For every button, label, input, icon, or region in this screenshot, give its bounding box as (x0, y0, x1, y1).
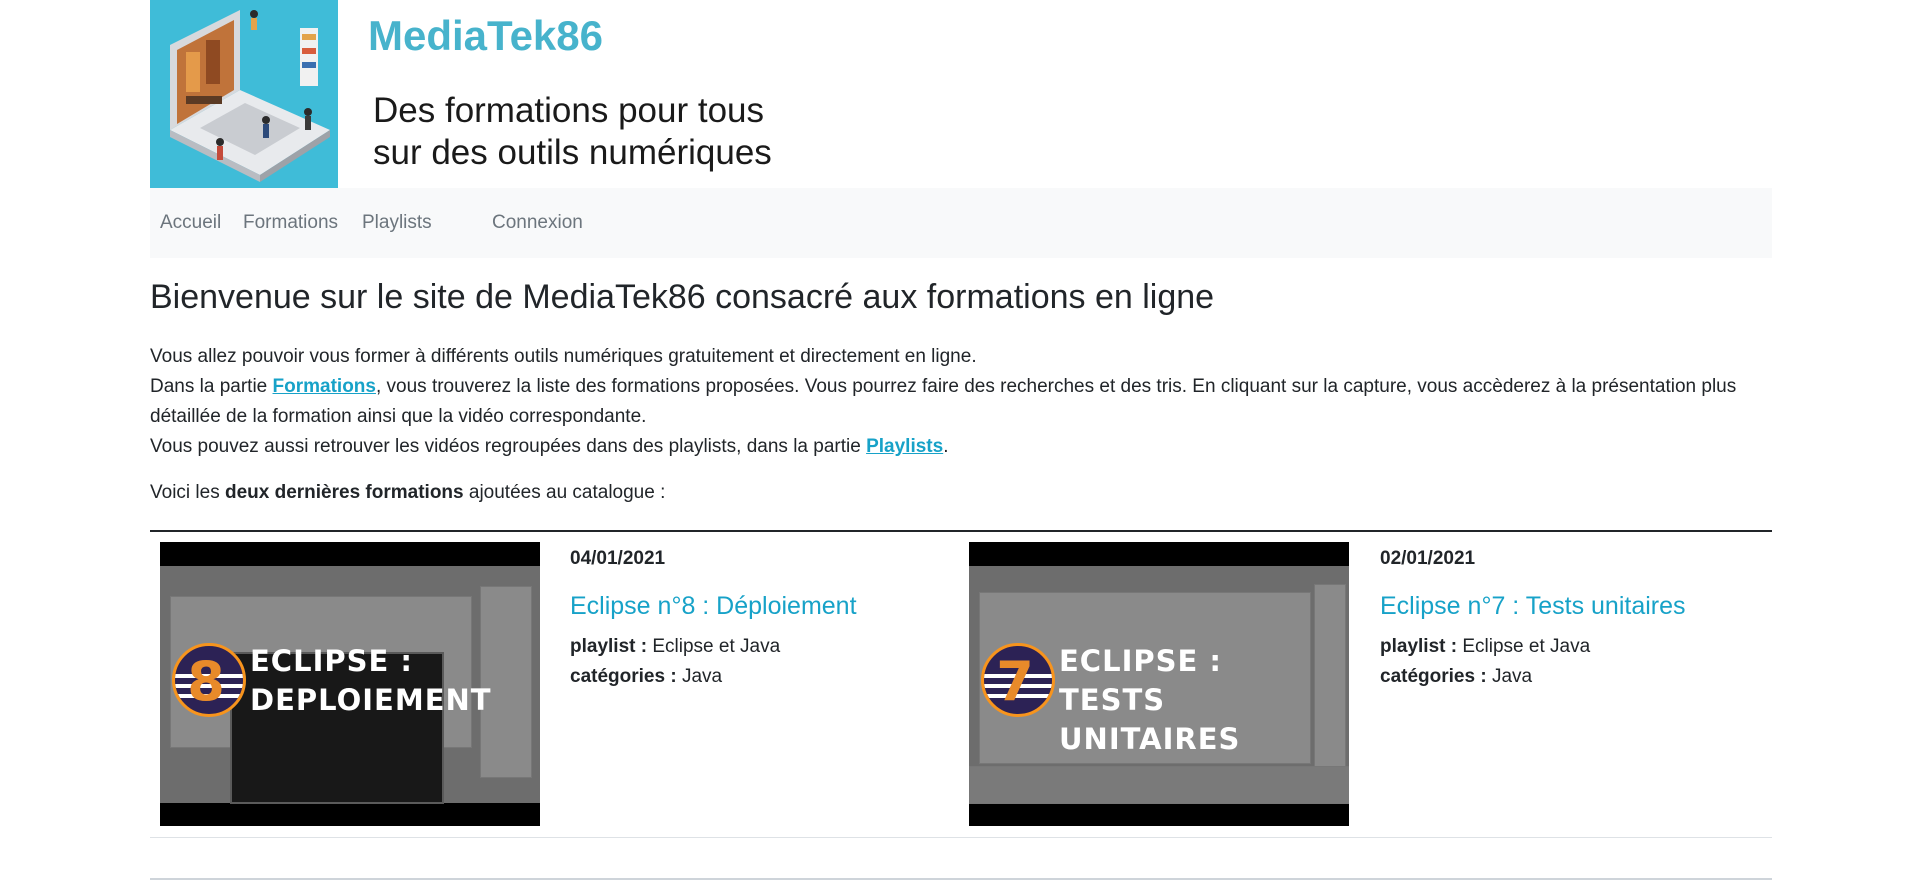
formation-title-link[interactable]: Eclipse n°7 : Tests unitaires (1380, 592, 1686, 621)
latest-before: Voici les (150, 482, 225, 503)
intro-line-2-after: , vous trouverez la liste des formations… (150, 376, 1737, 427)
formation-title-link[interactable]: Eclipse n°8 : Déploiement (570, 592, 857, 621)
intro-line-3: Vous pouvez aussi retrouver les vidéos r… (150, 432, 1772, 462)
nav-link-playlists[interactable]: Playlists (362, 212, 432, 234)
thumbnail-title-line-2: DEPLOIEMENT (250, 683, 492, 717)
table-top-divider (150, 530, 1772, 532)
intro-line-1: Vous allez pouvoir vous former à différe… (150, 346, 977, 367)
playlist-value: Eclipse et Java (652, 636, 781, 657)
categories-value: Java (1491, 666, 1533, 687)
playlist-value: Eclipse et Java (1462, 636, 1591, 657)
formations-link[interactable]: Formations (273, 376, 376, 397)
brand-tagline: Des formations pour tous sur des outils … (373, 90, 772, 174)
intro-line-2: Dans la partie Formations, vous trouvere… (150, 372, 1772, 432)
nav-link-formations[interactable]: Formations (243, 212, 338, 234)
latest-bold: deux dernières formations (224, 482, 464, 503)
intro-line-2-before: Dans la partie (150, 376, 273, 397)
main-navbar: Accueil Formations Playlists Connexion (150, 188, 1772, 258)
footer-divider (150, 878, 1772, 880)
thumbnail-title-line-1: ECLIPSE : (1059, 644, 1223, 678)
thumbnail-title: ECLIPSE : TESTS UNITAIRES (1059, 642, 1349, 759)
formation-thumbnail[interactable]: 7 ECLIPSE : TESTS UNITAIRES (969, 542, 1349, 826)
badge-number: 7 (996, 650, 1034, 713)
thumbnail-title: ECLIPSE : DEPLOIEMENT (250, 642, 492, 720)
playlist-label: playlist : (1380, 636, 1458, 657)
badge-number: 8 (187, 650, 225, 713)
formation-playlist: playlist : Eclipse et Java (1380, 636, 1590, 658)
playlist-label: playlist : (570, 636, 648, 657)
formation-date: 04/01/2021 (570, 548, 666, 569)
table-row-divider (150, 837, 1772, 838)
playlists-link[interactable]: Playlists (866, 436, 943, 457)
formation-categories: catégories : Java (1380, 666, 1532, 688)
categories-value: Java (681, 666, 723, 687)
nav-link-login[interactable]: Connexion (492, 212, 583, 234)
formation-date: 02/01/2021 (1380, 548, 1476, 569)
tagline-line-1: Des formations pour tous (373, 91, 765, 130)
page-container: MediaTek86 Des formations pour tous sur … (150, 0, 1772, 880)
formation-playlist: playlist : Eclipse et Java (570, 636, 780, 658)
eclipse-logo-icon: 8 (172, 643, 246, 717)
eclipse-logo-icon: 7 (981, 643, 1055, 717)
intro-text: Vous allez pouvoir vous former à différe… (150, 342, 1772, 462)
latest-after: ajoutées au catalogue : (463, 482, 666, 503)
thumbnail-title-line-2: TESTS UNITAIRES (1059, 683, 1241, 756)
latest-formations-intro: Voici les deux dernières formations ajou… (150, 482, 665, 504)
formation-categories: catégories : Java (570, 666, 722, 688)
site-banner: MediaTek86 Des formations pour tous sur … (150, 0, 1772, 188)
laptop-illustration-icon (150, 0, 338, 188)
categories-label: catégories : (570, 666, 677, 687)
intro-line-3-before: Vous pouvez aussi retrouver les vidéos r… (150, 436, 867, 457)
brand-name: MediaTek86 (368, 12, 603, 59)
page-title: Bienvenue sur le site de MediaTek86 cons… (150, 278, 1215, 316)
thumbnail-title-line-1: ECLIPSE : (250, 644, 414, 678)
nav-link-home[interactable]: Accueil (160, 212, 221, 234)
intro-line-3-after: . (943, 436, 949, 457)
formation-thumbnail[interactable]: 8 ECLIPSE : DEPLOIEMENT (160, 542, 540, 826)
tagline-line-2: sur des outils numériques (373, 133, 772, 172)
categories-label: catégories : (1380, 666, 1487, 687)
